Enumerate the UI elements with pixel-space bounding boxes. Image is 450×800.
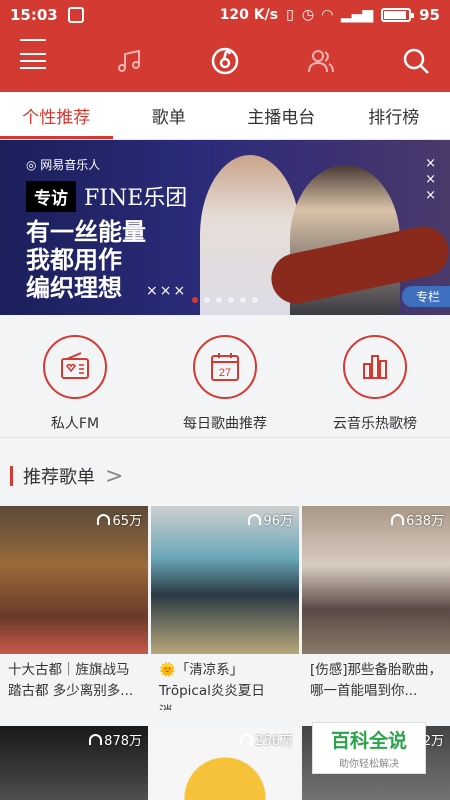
hot-chart-button[interactable]: 云音乐热歌榜: [300, 315, 450, 437]
status-time: 15:03: [10, 6, 58, 24]
status-bar: 15:03 120 K/s ▯ ◷ ◠ ▂▄▆ 95: [0, 0, 450, 30]
tab-bar: 个性推荐 歌单 主播电台 排行榜: [0, 92, 450, 140]
playlist-cover: 878万: [0, 726, 148, 800]
battery-level: 95: [419, 6, 440, 24]
banner-decoration-2: × × ×: [425, 156, 436, 203]
play-count: 65万: [97, 510, 142, 529]
headphone-icon: [240, 734, 254, 745]
top-nav: 13: [0, 30, 450, 92]
netease-logo-icon[interactable]: [209, 45, 241, 77]
hot-chart-label: 云音乐热歌榜: [333, 416, 417, 432]
banner-category-badge: 专栏: [401, 286, 450, 307]
battery-icon: [381, 8, 415, 22]
chart-bars-icon: [343, 335, 407, 399]
menu-icon[interactable]: 13: [18, 39, 50, 77]
recommended-playlists-header[interactable]: 推荐歌单 >: [0, 456, 450, 496]
tab-radio[interactable]: 主播电台: [225, 92, 338, 139]
notification-badge: 13: [20, 39, 46, 53]
friends-icon[interactable]: [305, 45, 337, 77]
personal-fm-button[interactable]: 私人FM: [0, 315, 150, 437]
vibrate-icon: ▯: [286, 7, 294, 23]
network-speed: 120 K/s: [219, 7, 279, 23]
playlist-title: 十大古都｜旌旗战马踏古都 多少离别多...: [8, 662, 134, 699]
playlist-card[interactable]: 878万: [0, 726, 148, 800]
headphone-icon: [89, 734, 103, 745]
banner-tag: 专访: [26, 180, 76, 212]
headphone-icon: [391, 514, 405, 525]
radio-icon: [43, 335, 107, 399]
playlist-cover: 96万: [151, 506, 299, 654]
music-note-icon[interactable]: [114, 45, 146, 77]
banner-slogan: 有一丝能量 我都用作 编织理想: [26, 218, 146, 302]
calendar-icon: 27: [193, 335, 257, 399]
playlist-title: [伤感]那些备胎歌曲，哪一首能唱到你...: [310, 662, 443, 699]
tab-recommend[interactable]: 个性推荐: [0, 92, 113, 139]
feature-shortcuts: 私人FM 27 每日歌曲推荐 云音乐热歌榜: [0, 315, 450, 438]
play-count: 96万: [248, 510, 293, 529]
playlist-card[interactable]: 256万: [151, 726, 299, 800]
tab-charts[interactable]: 排行榜: [338, 92, 450, 139]
playlist-cover: 65万: [0, 506, 148, 654]
play-count: 878万: [89, 730, 142, 749]
playlist-card[interactable]: 65万 十大古都｜旌旗战马踏古都 多少离别多...: [0, 506, 148, 726]
banner-brand: ◎ 网易音乐人: [26, 158, 101, 172]
notification-icon: [67, 7, 84, 23]
section-accent-bar: [10, 466, 13, 486]
alarm-icon: ◷: [301, 7, 315, 23]
chevron-right-icon: >: [105, 463, 124, 489]
tab-playlists[interactable]: 歌单: [113, 92, 226, 139]
playlist-card[interactable]: 96万 🌞「清凉系」Trōpical炎炎夏日 消...: [151, 506, 299, 726]
banner-carousel[interactable]: ◎ 网易音乐人 专访 FINE乐团 有一丝能量 我都用作 编织理想 ××× × ×…: [0, 140, 450, 315]
personal-fm-label: 私人FM: [50, 416, 100, 432]
banner-title: FINE乐团: [84, 186, 188, 211]
headphone-icon: [97, 514, 111, 525]
section-title: 推荐歌单: [23, 467, 95, 488]
headphone-icon: [248, 514, 262, 525]
daily-recommend-button[interactable]: 27 每日歌曲推荐: [150, 315, 300, 437]
playlist-card[interactable]: 638万 [伤感]那些备胎歌曲，哪一首能唱到你...: [302, 506, 450, 726]
carousel-indicator: [0, 297, 450, 303]
play-count: 256万: [240, 730, 293, 749]
playlist-cover: 638万: [302, 506, 450, 654]
search-icon[interactable]: [400, 45, 432, 77]
signal-icon: ▂▄▆: [340, 7, 374, 23]
playlist-cover: 256万: [151, 726, 299, 800]
wifi-icon: ◠: [322, 7, 333, 23]
playlist-title: 🌞「清凉系」Trōpical炎炎夏日 消...: [159, 662, 265, 710]
watermark-logo: 百科全说 助你轻松解决: [312, 722, 426, 774]
calendar-day: 27: [219, 367, 231, 379]
play-count: 638万: [391, 510, 444, 529]
daily-recommend-label: 每日歌曲推荐: [183, 416, 267, 432]
